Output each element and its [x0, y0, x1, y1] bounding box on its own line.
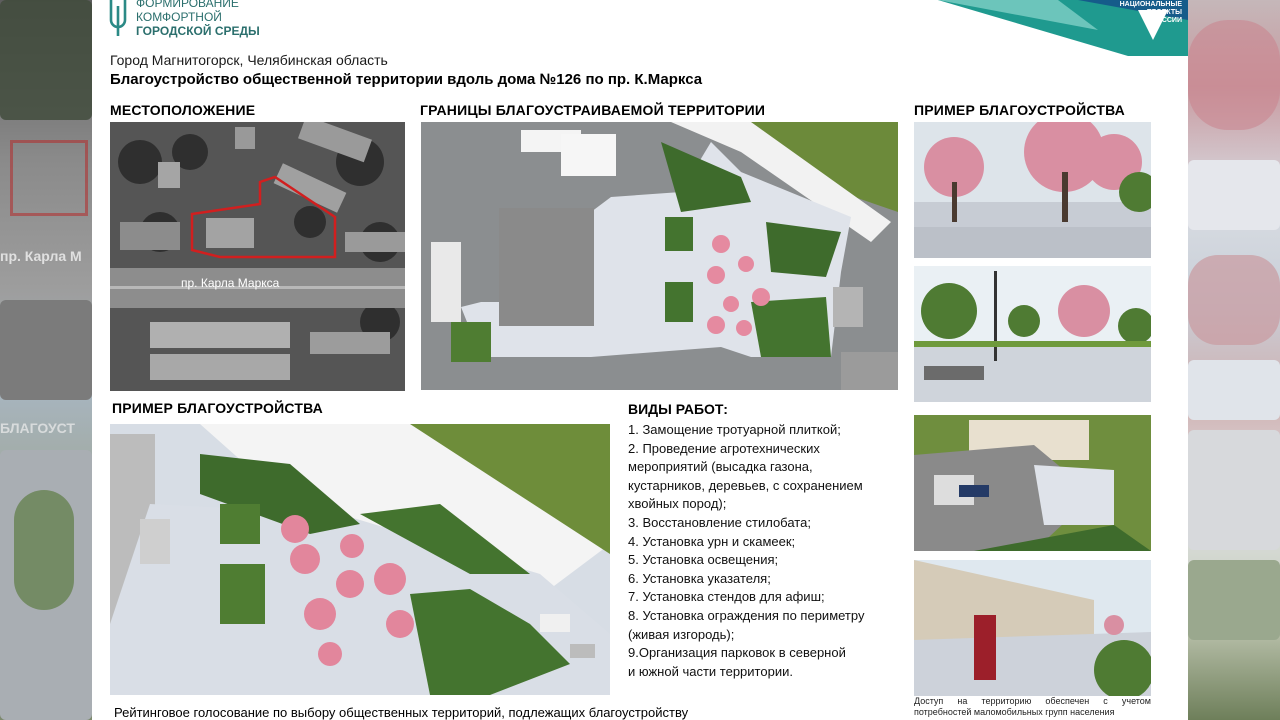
logo-line-3: ГОРОДСКОЙ СРЕДЫ: [136, 24, 260, 38]
works-line: хвойных пород);: [628, 496, 727, 512]
works-line: 9.Организация парковок в северной: [628, 645, 846, 661]
map-street-label: пр. Карла Маркса: [181, 276, 280, 290]
national-projects-logo: НАЦИОНАЛЬНЫЕ ПРОЕКТЫ РОССИИ: [938, 0, 1188, 65]
works-line: 4. Установка урн и скамеек;: [628, 533, 796, 549]
logo-line-1: ФОРМИРОВАНИЕ: [136, 0, 239, 10]
works-line: 3. Восстановление стилобата;: [628, 514, 811, 530]
works-line: 8. Установка ограждения по периметру: [628, 607, 865, 623]
works-line: 6. Установка указателя;: [628, 570, 771, 586]
heading-location: МЕСТОПОЛОЖЕНИЕ: [110, 102, 256, 118]
works-line: кустарников, деревьев, с сохранением: [628, 477, 863, 493]
example-photo-2: [914, 266, 1151, 402]
presentation-slide: ФОРМИРОВАНИЕ КОМФОРТНОЙ ГОРОДСКОЙ СРЕДЫ …: [92, 0, 1188, 720]
corner-logo-line-2: ПРОЕКТЫ: [1146, 9, 1182, 16]
example-photo-4: [914, 560, 1151, 696]
ghost-heading: БЛАГОУСТ: [0, 420, 75, 436]
works-line: и южной части территории.: [628, 663, 793, 679]
works-line: 1. Замощение тротуарной плиткой;: [628, 422, 841, 437]
heading-boundaries: ГРАНИЦЫ БЛАГОУСТРАИВАЕМОЙ ТЕРРИТОРИИ: [420, 102, 766, 118]
works-title: ВИДЫ РАБОТ:: [628, 401, 728, 417]
territory-boundary-plan: [421, 122, 898, 390]
background-left-blur: пр. Карла М БЛАГОУСТ: [0, 0, 92, 720]
footer-caption: Рейтинговое голосование по выбору общест…: [114, 705, 689, 720]
ghost-street-label: пр. Карла М: [0, 248, 82, 264]
works-line: мероприятий (высадка газона,: [628, 459, 813, 475]
logo-line-2: КОМФОРТНОЙ: [136, 10, 222, 24]
example-photo-1: [914, 122, 1151, 258]
logo-mark-icon: [106, 0, 130, 36]
location-satellite-map: пр. Карла Маркса: [110, 122, 405, 391]
heading-example-right: ПРИМЕР БЛАГОУСТРОЙСТВА: [914, 102, 1125, 118]
example-photo-3: [914, 415, 1151, 551]
accessibility-note: Доступ на территорию обеспечен с учетом …: [914, 696, 1151, 717]
corner-logo-line-3: РОССИИ: [1151, 17, 1182, 24]
city-subtitle: Город Магнитогорск, Челябинская область: [110, 52, 388, 68]
slide-title: Благоустройство общественной территории …: [110, 71, 703, 88]
program-logo: ФОРМИРОВАНИЕ КОМФОРТНОЙ ГОРОДСКОЙ СРЕДЫ: [106, 0, 260, 44]
works-line: 7. Установка стендов для афиш;: [628, 589, 825, 605]
heading-example-left: ПРИМЕР БЛАГОУСТРОЙСТВА: [112, 400, 323, 416]
works-line: 5. Установка освещения;: [628, 552, 779, 568]
example-render-large: [110, 424, 610, 695]
works-section: ВИДЫ РАБОТ: 1. Замощение тротуарной плит…: [628, 401, 918, 681]
background-right-blur: [1188, 0, 1280, 720]
corner-logo-line-1: НАЦИОНАЛЬНЫЕ: [1119, 1, 1182, 8]
works-line: 2. Проведение агротехнических: [628, 440, 820, 456]
ghost-boundary: [10, 140, 88, 216]
works-line: (живая изгородь);: [628, 626, 735, 642]
